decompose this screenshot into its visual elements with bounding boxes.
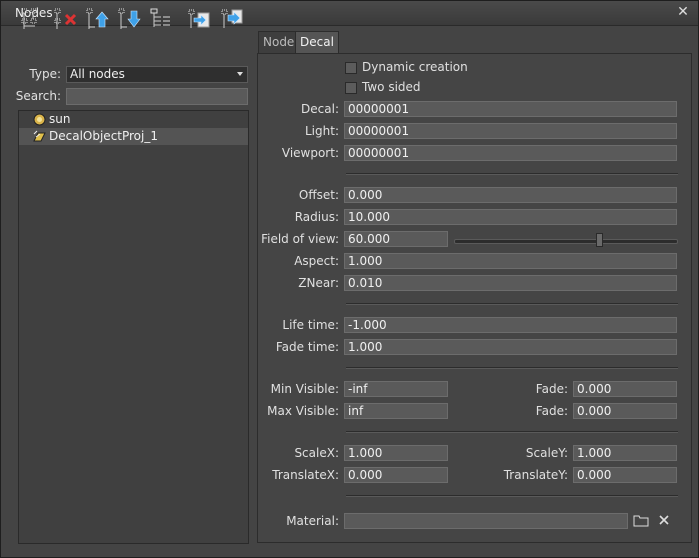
separator [346, 431, 678, 433]
offset-field[interactable]: 0.000 [344, 187, 677, 203]
translate-y-field[interactable]: 0.000 [573, 467, 677, 483]
separator [346, 303, 678, 305]
world-light-icon [33, 113, 46, 126]
tree-item-label: DecalObjectProj_1 [49, 129, 158, 143]
znear-label: ZNear: [298, 276, 339, 290]
viewport-mask-field[interactable]: 00000001 [344, 145, 677, 161]
close-icon[interactable]: ✕ [676, 5, 690, 19]
type-label: Type: [29, 67, 61, 81]
move-up-icon[interactable] [86, 7, 110, 31]
tree-item-label: sun [49, 112, 71, 126]
min-visible-field[interactable]: -inf [344, 381, 448, 397]
max-visible-label: Max Visible: [267, 404, 339, 418]
min-fade-label: Fade: [535, 382, 568, 396]
fade-time-field[interactable]: 1.000 [344, 339, 677, 355]
type-dropdown-value: All nodes [70, 67, 125, 81]
scale-y-field[interactable]: 1.000 [573, 445, 677, 461]
scale-x-field[interactable]: 1.000 [344, 445, 448, 461]
separator [346, 173, 678, 175]
light-mask-field[interactable]: 00000001 [344, 123, 677, 139]
chevron-down-icon [237, 72, 243, 76]
import-icon[interactable] [188, 7, 212, 31]
life-time-label: Life time: [282, 318, 339, 332]
nodes-window: Nodes ✕ Type: All nodes Search: sun Deca… [0, 0, 699, 558]
separator [346, 495, 678, 497]
tree-item-decal[interactable]: DecalObjectProj_1 [19, 128, 248, 145]
scale-x-label: ScaleX: [294, 446, 339, 460]
two-sided-checkbox[interactable] [345, 82, 357, 94]
type-dropdown[interactable]: All nodes [66, 66, 248, 83]
decal-mask-label: Decal: [301, 102, 339, 116]
tab-node[interactable]: Node [258, 31, 300, 53]
fov-slider[interactable] [454, 239, 678, 244]
viewport-mask-label: Viewport: [281, 146, 339, 160]
translate-x-field[interactable]: 0.000 [344, 467, 448, 483]
translate-y-label: TranslateY: [503, 468, 568, 482]
dynamic-creation-checkbox[interactable] [345, 62, 357, 74]
max-fade-label: Fade: [535, 404, 568, 418]
max-visible-field[interactable]: inf [344, 403, 448, 419]
tab-decal[interactable]: Decal [295, 31, 339, 53]
folder-icon[interactable] [633, 513, 649, 527]
fov-field[interactable]: 60.000 [344, 231, 448, 247]
radius-label: Radius: [294, 210, 339, 224]
list-icon[interactable] [150, 7, 174, 31]
clear-icon[interactable] [658, 514, 670, 526]
export-icon[interactable] [221, 7, 245, 31]
material-label: Material: [286, 514, 339, 528]
min-visible-label: Min Visible: [270, 382, 339, 396]
fade-time-label: Fade time: [275, 340, 339, 354]
move-down-icon[interactable] [118, 7, 142, 31]
translate-x-label: TranslateX: [272, 468, 339, 482]
search-input[interactable] [66, 88, 248, 105]
tree-item-sun[interactable]: sun [19, 111, 248, 128]
life-time-field[interactable]: -1.000 [344, 317, 677, 333]
fov-label: Field of view: [261, 232, 339, 246]
scale-y-label: ScaleY: [525, 446, 568, 460]
fov-slider-handle[interactable] [596, 233, 603, 247]
material-field[interactable] [344, 513, 628, 529]
decal-mask-field[interactable]: 00000001 [344, 101, 677, 117]
node-tree-icon[interactable] [21, 7, 45, 31]
znear-field[interactable]: 0.010 [344, 275, 677, 291]
search-label: Search: [15, 89, 61, 103]
decal-icon [33, 130, 46, 142]
radius-field[interactable]: 10.000 [344, 209, 677, 225]
aspect-field[interactable]: 1.000 [344, 253, 677, 269]
offset-label: Offset: [298, 188, 339, 202]
delete-node-icon[interactable] [54, 7, 78, 31]
node-tree[interactable]: sun DecalObjectProj_1 [18, 110, 249, 544]
min-fade-field[interactable]: 0.000 [573, 381, 677, 397]
max-fade-field[interactable]: 0.000 [573, 403, 677, 419]
dynamic-creation-label: Dynamic creation [362, 60, 468, 74]
light-mask-label: Light: [305, 124, 339, 138]
two-sided-label: Two sided [362, 80, 421, 94]
aspect-label: Aspect: [294, 254, 339, 268]
separator [346, 367, 678, 369]
